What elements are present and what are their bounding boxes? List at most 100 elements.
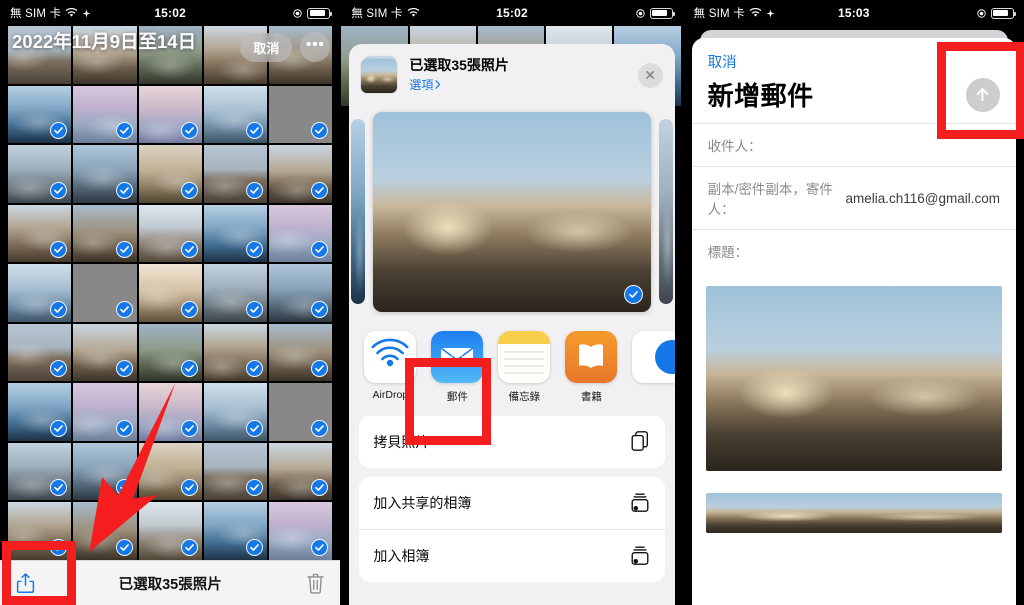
selected-check-icon: [50, 181, 68, 199]
compose-fields[interactable]: 收件人： 副本/密件副本，寄件人： amelia.ch116@gmail.com 標題…: [691, 123, 1016, 272]
selected-check-icon: [180, 539, 198, 556]
send-up-arrow-icon[interactable]: [965, 77, 1000, 112]
clock: 15:02: [154, 6, 187, 20]
share-app-郵件[interactable]: 郵件: [430, 331, 484, 404]
photo-cell[interactable]: [138, 323, 202, 382]
photo-cell[interactable]: [73, 145, 137, 203]
photo-cell[interactable]: [269, 383, 333, 441]
share-app-書籍[interactable]: 書籍: [564, 331, 618, 404]
cancel-button[interactable]: 取消: [692, 38, 1016, 74]
photo-cell[interactable]: [269, 323, 333, 382]
preview-prev-partial[interactable]: [351, 119, 366, 304]
mail-field-label: 副本/密件副本，寄件人：: [707, 182, 833, 217]
share-app-AirDrop[interactable]: AirDrop: [363, 331, 417, 401]
selected-check-icon: [50, 300, 68, 318]
photo-cell[interactable]: [203, 323, 268, 382]
album-icon: [629, 544, 651, 568]
mail-field-1[interactable]: 副本/密件副本，寄件人： amelia.ch116@gmail.com: [691, 166, 1016, 229]
photo-cell[interactable]: [8, 85, 72, 144]
mail-field-label: 收件人：: [707, 139, 762, 154]
status-right: [528, 7, 683, 19]
photo-cell[interactable]: [269, 145, 333, 203]
selection-thumbnail: [361, 56, 399, 94]
photo-cell[interactable]: [269, 85, 333, 144]
mail-field-0[interactable]: 收件人：: [691, 123, 1016, 166]
panel-photos-grid: 2022年11月9日至14日 取消 ••• 已選取35張照片 無 SIM 卡 1…: [0, 0, 341, 605]
photo-cell[interactable]: [8, 264, 72, 322]
photo-cell[interactable]: [138, 85, 202, 144]
photo-cell[interactable]: [138, 145, 202, 203]
orientation-lock-icon: [293, 8, 303, 18]
photo-cell[interactable]: [138, 383, 202, 441]
album-date-title: 2022年11月9日至14日: [12, 31, 197, 52]
share-app-label: 郵件: [446, 391, 468, 403]
share-sheet: 已選取35張照片 選項 ✕ AirDrop 郵件 備忘錄 書籍 拷貝照片 加入共…: [349, 44, 675, 605]
photo-cell[interactable]: [73, 323, 137, 382]
more-options-button[interactable]: •••: [300, 32, 331, 62]
photo-cell[interactable]: [73, 204, 137, 263]
cancel-button[interactable]: 取消: [240, 32, 293, 62]
photo-cell[interactable]: [8, 383, 72, 441]
grid-nav-buttons: 取消 •••: [240, 32, 331, 62]
chevron-right-icon: [435, 80, 441, 90]
photo-cell[interactable]: [203, 264, 268, 322]
share-apps-row[interactable]: AirDrop 郵件 備忘錄 書籍: [349, 319, 675, 412]
photo-cell[interactable]: [8, 323, 72, 382]
photo-cell[interactable]: [269, 502, 333, 560]
photo-cell[interactable]: [138, 204, 202, 263]
share-up-icon[interactable]: [12, 570, 38, 596]
selected-check-icon: [311, 300, 329, 318]
photo-cell[interactable]: [138, 264, 202, 322]
mail-field-2[interactable]: 標題：: [691, 229, 1016, 272]
share-actions-list[interactable]: 拷貝照片加入共享的相簿 加入相簿: [359, 416, 665, 582]
action-row-shared-album[interactable]: 加入共享的相簿: [359, 477, 665, 530]
mail-field-label: 標題：: [707, 245, 749, 260]
share-app-備忘錄[interactable]: 備忘錄: [497, 331, 551, 404]
photo-cell[interactable]: [203, 145, 268, 203]
share-app-label: 書籍: [580, 391, 602, 403]
photo-cell[interactable]: [73, 383, 137, 441]
action-row-album[interactable]: 加入相簿: [359, 530, 664, 582]
carrier-label: 無 SIM 卡: [351, 8, 403, 20]
photo-cell[interactable]: [138, 502, 202, 560]
orientation-lock-icon: [977, 8, 986, 18]
photo-cell[interactable]: [269, 264, 333, 322]
photo-cell[interactable]: [73, 85, 137, 144]
photo-cell[interactable]: [8, 145, 72, 203]
photo-cell[interactable]: [8, 204, 72, 263]
attached-photo-2: [705, 493, 1002, 533]
photo-cell[interactable]: [203, 502, 268, 560]
orientation-lock-icon: [635, 8, 645, 18]
photo-cell[interactable]: [269, 204, 333, 263]
photo-cell[interactable]: [8, 442, 72, 501]
share-app-more[interactable]: [631, 331, 675, 389]
selected-check-icon: [180, 241, 198, 259]
photo-cell[interactable]: [203, 383, 268, 441]
photo-cell[interactable]: [73, 264, 137, 322]
status-left: 無 SIM 卡: [0, 5, 154, 21]
options-link[interactable]: 選項: [409, 76, 627, 93]
status-right: [186, 7, 340, 19]
close-icon[interactable]: ✕: [637, 62, 663, 88]
books-icon: [565, 331, 618, 383]
photo-cell[interactable]: [203, 442, 268, 501]
preview-main-photo[interactable]: [373, 111, 651, 312]
status-right: [870, 7, 1024, 19]
trash-icon[interactable]: [302, 570, 328, 596]
status-left: 無 SIM 卡: [341, 5, 496, 21]
photo-cell[interactable]: [73, 442, 137, 501]
selected-check-icon: [180, 419, 198, 437]
photo-cell[interactable]: [269, 442, 333, 501]
photo-cell[interactable]: [138, 442, 202, 501]
action-row-copy[interactable]: 拷貝照片: [359, 416, 664, 468]
photo-cell[interactable]: [203, 204, 268, 263]
photo-grid[interactable]: [8, 26, 333, 560]
photo-cell[interactable]: [203, 85, 268, 144]
photo-preview-carousel[interactable]: [349, 104, 674, 319]
carrier-label: 無 SIM 卡: [10, 8, 62, 20]
photo-cell[interactable]: [73, 502, 137, 560]
preview-next-partial[interactable]: [658, 119, 673, 304]
photo-cell[interactable]: [8, 502, 72, 560]
compose-body[interactable]: [692, 272, 1016, 533]
selected-check-icon: [115, 181, 133, 199]
